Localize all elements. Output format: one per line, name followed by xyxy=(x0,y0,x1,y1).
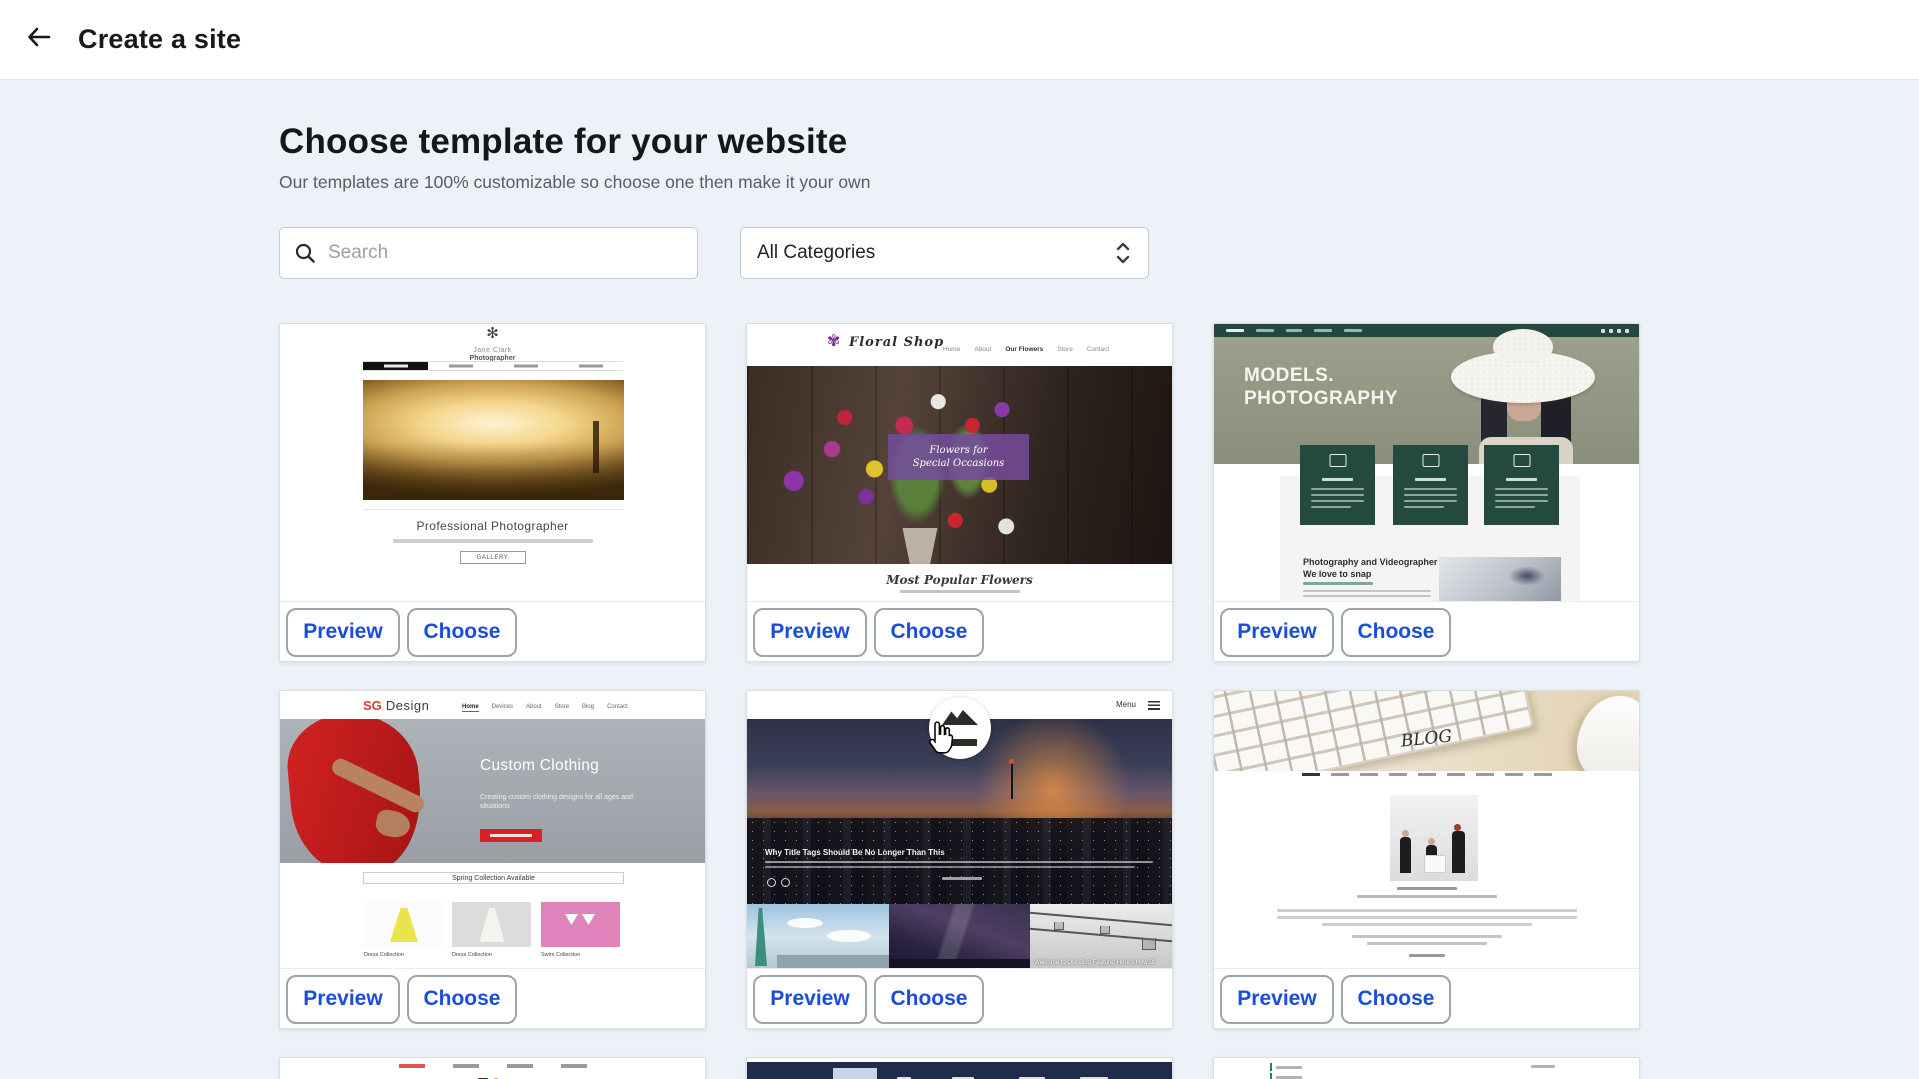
thumb-navbar xyxy=(280,1064,705,1068)
template-thumbnail-partial-3: KDC xyxy=(1214,1058,1639,1079)
filter-controls: All Categories xyxy=(279,227,1640,279)
choose-button[interactable]: Choose xyxy=(407,608,517,657)
makeup-face-image xyxy=(1439,557,1561,602)
template-thumbnail-models-photography: MODELS. PHOTOGRAPHY xyxy=(1214,324,1639,602)
thumb-navbar: Home Devices About Store Blog Contact xyxy=(462,704,628,712)
thumb-navy-navbar xyxy=(747,1062,1172,1079)
preview-button[interactable]: Preview xyxy=(753,608,867,657)
statue-of-liberty-image xyxy=(747,904,889,969)
hamburger-menu-icon xyxy=(1148,701,1160,710)
template-thumbnail-travel-blog: Menu Why Title Tags Should Be No Longer … xyxy=(747,691,1172,969)
template-card-floral-shop: ✾ Floral Shop Home About Our Flowers Sto… xyxy=(746,323,1173,662)
thumb-active-tab xyxy=(833,1068,877,1079)
flower-logo-icon: ✾ xyxy=(827,331,840,351)
product-caption: Swim Collection xyxy=(541,952,620,958)
template-card-photographer: ✻ Jane Clark Photographer Professional P… xyxy=(279,323,706,662)
thumb-brand-name: Floral Shop xyxy=(849,335,944,350)
app-header: Create a site xyxy=(0,0,1919,80)
search-icon xyxy=(294,242,316,264)
thumb-navbar: Home About Our Flowers Store Contact xyxy=(943,346,1109,353)
film-icon xyxy=(1329,454,1346,467)
template-thumbnail-keyboard-blog: BLOG xyxy=(1214,691,1639,969)
office-people-image xyxy=(1390,795,1478,881)
template-card-sg-design: SG Design Home Devices About Store Blog … xyxy=(279,690,706,1029)
thumb-navbar xyxy=(363,361,623,371)
product-caption: Dress Collection xyxy=(364,952,443,958)
preview-button[interactable]: Preview xyxy=(753,975,867,1024)
preview-button[interactable]: Preview xyxy=(286,608,400,657)
arrow-left-icon xyxy=(25,23,53,56)
choose-button[interactable]: Choose xyxy=(407,975,517,1024)
search-input[interactable] xyxy=(328,242,683,264)
thumb-headline: Why Title Tags Should Be No Longer Than … xyxy=(765,848,945,857)
template-grid: ✻ Jane Clark Photographer Professional P… xyxy=(279,323,1640,1079)
product-white-dress-image xyxy=(452,902,531,947)
thumb-sidebar-item xyxy=(1270,1073,1310,1079)
template-thumbnail-partial-2 xyxy=(747,1058,1172,1079)
thumb-hero-title: MODELS. PHOTOGRAPHY xyxy=(1244,364,1398,410)
thumb-red-cta-button xyxy=(480,829,542,842)
preview-button[interactable]: Preview xyxy=(286,975,400,1024)
category-selected-value: All Categories xyxy=(757,242,875,264)
sunset-field-image xyxy=(363,380,624,500)
up-down-chevrons-icon xyxy=(1114,240,1132,266)
thumb-banner-strip: Spring Collection Available xyxy=(363,872,624,884)
thumb-body-title: Photography and Videographer xyxy=(1303,557,1437,567)
hand-pointer-cursor xyxy=(927,721,954,754)
thumb-hero-tagline: Creating custom clothing designs for all… xyxy=(480,793,635,811)
search-box[interactable] xyxy=(279,227,698,279)
template-card-partial-3: KDC Preview Choose xyxy=(1213,1057,1640,1079)
category-dropdown[interactable]: All Categories xyxy=(740,227,1149,279)
thumb-hero-title: Custom Clothing xyxy=(480,757,599,775)
template-card-partial-2: Preview Choose xyxy=(746,1057,1173,1079)
hero-banner: Flowers for Special Occasions xyxy=(888,434,1029,480)
preview-button[interactable]: Preview xyxy=(1220,975,1334,1024)
template-card-partial-1: Preview Choose xyxy=(279,1057,706,1079)
feature-card-videography xyxy=(1300,445,1375,525)
thumb-gallery-button: GALLERY xyxy=(460,551,526,564)
thumb-title: Professional Photographer xyxy=(280,519,705,533)
thumb-brand-name: KDC xyxy=(1391,1074,1468,1079)
red-dress-hero-image: Custom Clothing Creating custom clothing… xyxy=(280,719,705,863)
template-thumbnail-photographer: ✻ Jane Clark Photographer Professional P… xyxy=(280,324,705,602)
choose-button[interactable]: Choose xyxy=(1341,975,1451,1024)
camera-shutter-icon: ✻ xyxy=(280,324,705,342)
main-content: Choose template for your website Our tem… xyxy=(279,80,1640,1079)
thumb-brand-name: SG Design xyxy=(363,698,429,713)
thumb-section-title: Most Popular Flowers xyxy=(747,573,1172,587)
choose-button[interactable]: Choose xyxy=(874,608,984,657)
ski-lift-image: Welcome to Our Blog Feature: Here's How … xyxy=(1030,904,1172,969)
feature-card-images xyxy=(1393,445,1468,525)
template-thumbnail-partial-1 xyxy=(280,1058,705,1079)
preview-button[interactable]: Preview xyxy=(1220,608,1334,657)
template-card-keyboard-blog: BLOG P xyxy=(1213,690,1640,1029)
keyboard-desk-image: BLOG xyxy=(1214,691,1639,771)
thumb-navbar xyxy=(1214,773,1639,776)
section-subheading: Our templates are 100% customizable so c… xyxy=(279,172,1640,193)
thumb-caption: Welcome to Our Blog Feature: Here's How … xyxy=(1034,960,1154,966)
product-yellow-dress-image xyxy=(364,902,443,947)
choose-button[interactable]: Choose xyxy=(874,975,984,1024)
product-caption: Dress Collection xyxy=(452,952,531,958)
choose-button[interactable]: Choose xyxy=(1341,608,1451,657)
night-sky-image xyxy=(889,904,1031,969)
carousel-arrows xyxy=(767,874,795,892)
template-thumbnail-floral-shop: ✾ Floral Shop Home About Our Flowers Sto… xyxy=(747,324,1172,602)
back-button[interactable] xyxy=(16,17,62,63)
image-icon xyxy=(1422,454,1439,467)
thumb-navbar xyxy=(1214,324,1639,337)
feature-card-photography xyxy=(1484,445,1559,525)
thumb-body-subtitle: We love to snap xyxy=(1303,569,1371,579)
thumb-menu-label: Menu xyxy=(1116,700,1136,709)
thumb-gallery-row: Welcome to Our Blog Feature: Here's How … xyxy=(747,904,1172,969)
thumb-sidebar-item xyxy=(1270,1063,1310,1071)
product-swimwear-image xyxy=(541,902,620,947)
thumb-brand-name: Jane Clark xyxy=(280,347,705,354)
camera-icon xyxy=(1513,454,1530,467)
template-thumbnail-sg-design: SG Design Home Devices About Store Blog … xyxy=(280,691,705,969)
template-card-travel-blog: Menu Why Title Tags Should Be No Longer … xyxy=(746,690,1173,1029)
page-title: Create a site xyxy=(78,24,241,55)
section-heading: Choose template for your website xyxy=(279,122,1640,162)
template-card-models-photography: MODELS. PHOTOGRAPHY xyxy=(1213,323,1640,662)
